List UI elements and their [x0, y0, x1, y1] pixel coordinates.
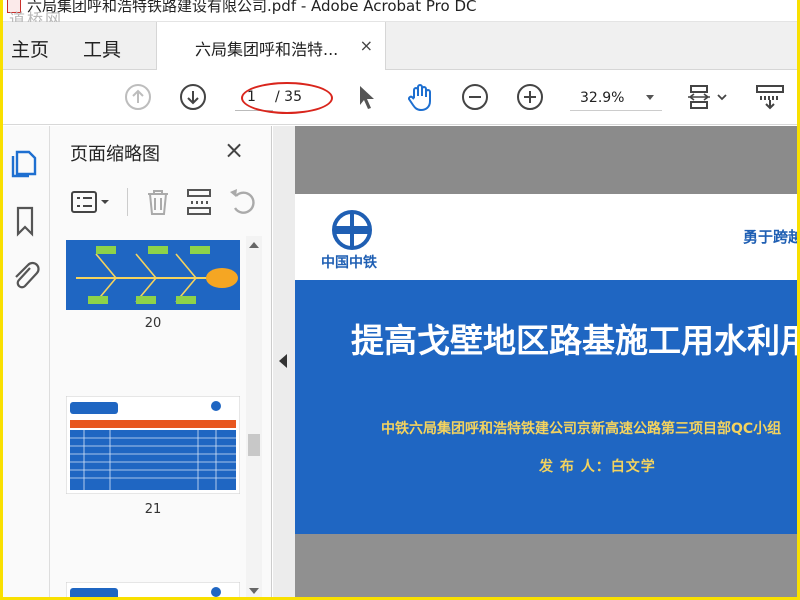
toolbar: 1 / 35 32.9%: [3, 70, 797, 125]
panel-close-icon[interactable]: ×: [224, 136, 244, 164]
panel-collapse-strip[interactable]: [273, 126, 295, 597]
document-issuer: 发 布 人：白文学: [539, 459, 656, 475]
thumbnail-page-22[interactable]: [66, 582, 240, 597]
document-subtitle: 中铁六局集团呼和浩特铁建公司京新高速公路第三项目部QC小组: [381, 421, 782, 437]
bookmark-icon[interactable]: [9, 204, 41, 238]
slogan: 勇于跨越: [743, 228, 797, 246]
scroll-up-icon[interactable]: [249, 242, 259, 248]
thumbnail-list: 20 21: [50, 236, 272, 597]
thumbnail-page-number: 20: [144, 316, 162, 331]
crec-logo-icon: [332, 210, 372, 250]
scroll-down-icon[interactable]: [249, 588, 259, 594]
document-view[interactable]: 中国中铁 勇于跨越 提高戈壁地区路基施工用水利用 中铁六局集团呼和浩特铁建公司京…: [273, 126, 797, 597]
thumbnails-panel: 页面缩略图 × 20 21: [50, 126, 272, 597]
thumbnail-options-icon[interactable]: [70, 186, 114, 218]
document-headline: 提高戈壁地区路基施工用水利用: [351, 321, 797, 360]
annotation-ellipse: [241, 82, 333, 114]
select-tool-icon[interactable]: [351, 82, 381, 112]
zoom-out-icon[interactable]: [460, 82, 490, 112]
menu-home[interactable]: 主页: [11, 35, 49, 62]
next-page-icon[interactable]: [178, 82, 208, 112]
title-band: 提高戈壁地区路基施工用水利用 中铁六局集团呼和浩特铁建公司京新高速公路第三项目部…: [295, 280, 797, 534]
acrobat-window: 六局集团呼和浩特铁路建设有限公司.pdf - Adobe Acrobat Pro…: [3, 0, 797, 597]
pdf-page: 中国中铁 勇于跨越 提高戈壁地区路基施工用水利用 中铁六局集团呼和浩特铁建公司京…: [295, 194, 797, 534]
scrollbar-thumb[interactable]: [248, 434, 260, 456]
zoom-select[interactable]: 32.9%: [570, 85, 662, 111]
collapse-panel-icon[interactable]: [279, 354, 287, 368]
zoom-in-icon[interactable]: [515, 82, 545, 112]
tab-row: 主页 工具 六局集团呼和浩特... ×: [3, 22, 797, 70]
attachment-icon[interactable]: [9, 258, 41, 292]
divider: [127, 188, 128, 216]
extract-page-icon[interactable]: [184, 186, 216, 218]
thumbnail-page-21[interactable]: [66, 396, 240, 494]
logo-text: 中国中铁: [321, 255, 377, 271]
delete-page-icon[interactable]: [142, 186, 174, 218]
thumbnail-page-20[interactable]: [66, 240, 240, 310]
tab-close-icon[interactable]: ×: [360, 36, 373, 55]
rotate-icon[interactable]: [226, 186, 258, 218]
scroll-mode-icon[interactable]: [753, 82, 787, 112]
chevron-down-icon: [646, 95, 654, 100]
fit-page-icon[interactable]: [686, 82, 730, 112]
hand-tool-icon[interactable]: [405, 82, 435, 112]
thumbnail-page-number: 21: [144, 502, 162, 517]
left-rail: [3, 126, 50, 597]
window-title: 六局集团呼和浩特铁路建设有限公司.pdf - Adobe Acrobat Pro…: [27, 0, 477, 15]
menu-tools[interactable]: 工具: [83, 35, 121, 62]
tab-document[interactable]: 六局集团呼和浩特... ×: [156, 22, 386, 70]
page-gap: [295, 534, 797, 597]
panel-toolbar: [50, 182, 272, 222]
tab-document-label: 六局集团呼和浩特...: [195, 40, 339, 59]
thumbnail-scrollbar[interactable]: [246, 236, 262, 597]
zoom-value: 32.9%: [580, 90, 625, 106]
title-bar: 六局集团呼和浩特铁路建设有限公司.pdf - Adobe Acrobat Pro…: [3, 0, 797, 29]
panel-title: 页面缩略图: [70, 144, 160, 165]
previous-page-icon[interactable]: [123, 82, 153, 112]
page-thumbnails-icon[interactable]: [9, 146, 41, 180]
